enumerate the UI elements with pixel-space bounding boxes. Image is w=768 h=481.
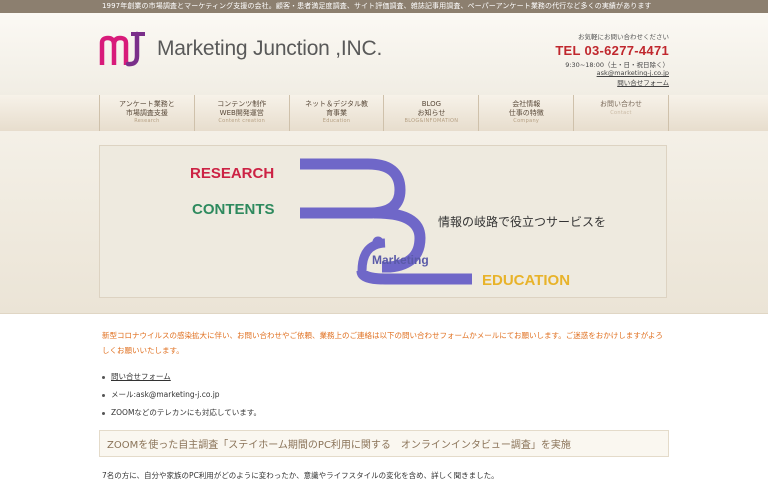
covid-notice: 新型コロナウイルスの感染拡大に伴い、お問い合わせやご依頼、業務上のご連絡は以下の… (102, 331, 663, 355)
nav-label: アンケート業務と 市場調査支援 (119, 100, 175, 117)
business-hours: 9:30~18:00（土・日・祝日除く） (565, 61, 669, 69)
nav-label: お問い合わせ (600, 100, 643, 108)
nav-sublabel: Education (322, 118, 351, 124)
nav-item-content[interactable]: コンテンツ制作 WEB開発運営 Content creation (193, 95, 289, 131)
hero-education-text: EDUCATION (482, 272, 570, 289)
contact-form-link[interactable]: 問い合せフォーム (111, 372, 171, 381)
nav-item-education[interactable]: ネット＆デジタル教 育事業 Education (288, 95, 384, 131)
section-body-text: 7名の方に、自分や家族のPC利用がどのように変わったか、意識やライフスタイルの変… (102, 471, 499, 480)
nav-sublabel: Company (513, 118, 540, 124)
header-email-link[interactable]: ask@marketing-j.co.jp (555, 69, 669, 77)
nav-sublabel: Content creation (218, 118, 266, 124)
site-header: Marketing Junction ,INC. お気軽にお問い合わせください … (0, 13, 768, 95)
list-item: 問い合せフォーム (102, 368, 662, 386)
top-info-bar: 1997年創業の市場調査とマーケティング支援の会社。顧客・患者満足度調査、サイト… (0, 0, 768, 13)
header-contact-form-link[interactable]: 問い合せフォーム (555, 77, 669, 87)
hero-banner: RESEARCH CONTENTS 情報の岐路で役立つサービスを Marketi… (99, 145, 667, 298)
nav-sublabel: Research (134, 118, 160, 124)
hero-tagline: 情報の岐路で役立つサービスを (438, 214, 606, 229)
top-info-text: 1997年創業の市場調査とマーケティング支援の会社。顧客・患者満足度調査、サイト… (102, 2, 652, 10)
nav-sublabel: BLOG&INFOMATION (404, 118, 459, 124)
nav-label: ネット＆デジタル教 育事業 (305, 100, 368, 117)
hero-contents-text: CONTENTS (192, 201, 275, 218)
main-nav: アンケート業務と 市場調査支援 Research コンテンツ制作 WEB開発運営… (0, 95, 768, 132)
nav-item-research[interactable]: アンケート業務と 市場調査支援 Research (99, 95, 194, 131)
hero-graphic: RESEARCH CONTENTS 情報の岐路で役立つサービスを Marketi… (190, 158, 606, 289)
nav-label: コンテンツ制作 WEB開発運営 (217, 100, 267, 117)
nav-label: 会社情報 仕事の特徴 (508, 100, 544, 117)
section-heading: ZOOMを使った自主調査「ステイホーム期間のPC利用に関する オンラインインタビ… (99, 430, 669, 457)
contact-invite: お気軽にお問い合わせください (578, 33, 669, 41)
nav-sublabel: Contact (610, 109, 632, 116)
nav-label: BLOG お知らせ (417, 100, 446, 117)
header-contact: お気軽にお問い合わせください TEL 03-6277-4471 9:30~18:… (555, 31, 669, 87)
company-name[interactable]: Marketing Junction ,INC. (157, 37, 382, 61)
contact-link-list: 問い合せフォーム メール:ask@marketing-j.co.jp ZOOMな… (102, 368, 662, 422)
phone-number[interactable]: TEL 03-6277-4471 (555, 43, 669, 58)
list-item: メール:ask@marketing-j.co.jp (102, 386, 662, 404)
hero-research-text: RESEARCH (190, 165, 274, 182)
nav-item-contact[interactable]: お問い合わせ Contact (573, 95, 669, 131)
nav-item-blog[interactable]: BLOG お知らせ BLOG&INFOMATION (383, 95, 478, 131)
hero-marketing-text: Marketing (372, 253, 429, 267)
logo-icon[interactable] (99, 31, 151, 73)
nav-item-company[interactable]: 会社情報 仕事の特徴 Company (478, 95, 573, 131)
list-item: ZOOMなどのテレカンにも対応しています。 (102, 404, 662, 422)
